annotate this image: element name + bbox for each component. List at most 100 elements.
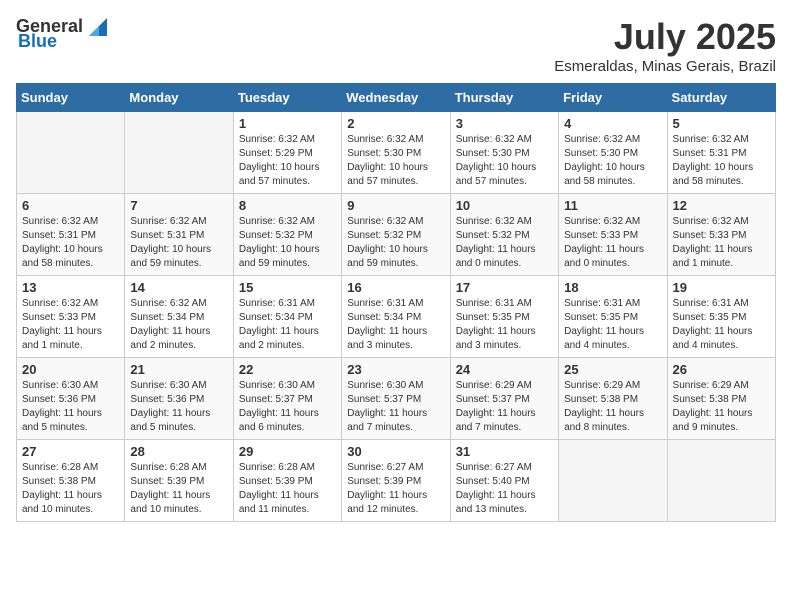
day-number: 5 — [673, 116, 770, 131]
day-info: Sunrise: 6:32 AM Sunset: 5:32 PM Dayligh… — [456, 215, 553, 271]
week-row-1: 1 Sunrise: 6:32 AM Sunset: 5:29 PM Daylig… — [17, 112, 776, 194]
day-cell: 6Sunrise: 6:32 AM Sunset: 5:31 PM Daylig… — [17, 194, 125, 276]
day-number: 18 — [564, 280, 661, 295]
day-info: Sunrise: 6:32 AM Sunset: 5:31 PM Dayligh… — [22, 215, 119, 271]
day-cell: 10Sunrise: 6:32 AM Sunset: 5:32 PM Dayli… — [450, 194, 558, 276]
day-number: 16 — [347, 280, 444, 295]
day-info: Sunrise: 6:27 AM Sunset: 5:39 PM Dayligh… — [347, 461, 444, 517]
day-info: Sunrise: 6:28 AM Sunset: 5:38 PM Dayligh… — [22, 461, 119, 517]
day-info: Sunrise: 6:27 AM Sunset: 5:40 PM Dayligh… — [456, 461, 553, 517]
day-info: Sunrise: 6:29 AM Sunset: 5:38 PM Dayligh… — [564, 379, 661, 435]
day-cell: 16 Sunrise: 6:31 AM Sunset: 5:34 PM Dayli… — [342, 276, 450, 358]
location-subtitle: Esmeraldas, Minas Gerais, Brazil — [554, 58, 776, 75]
calendar-header-row: SundayMondayTuesdayWednesdayThursdayFrid… — [17, 84, 776, 112]
day-cell — [17, 112, 125, 194]
day-number: 25 — [564, 362, 661, 377]
day-number: 12 — [673, 198, 770, 213]
day-info: Sunrise: 6:32 AM Sunset: 5:31 PM Dayligh… — [673, 133, 770, 189]
day-info: Sunrise: 6:31 AM Sunset: 5:34 PM Dayligh… — [239, 297, 336, 353]
day-cell: 28 Sunrise: 6:28 AM Sunset: 5:39 PM Dayli… — [125, 440, 233, 522]
header-saturday: Saturday — [667, 84, 775, 112]
day-cell: 17 Sunrise: 6:31 AM Sunset: 5:35 PM Dayli… — [450, 276, 558, 358]
day-info: Sunrise: 6:32 AM Sunset: 5:31 PM Dayligh… — [130, 215, 227, 271]
day-info: Sunrise: 6:28 AM Sunset: 5:39 PM Dayligh… — [130, 461, 227, 517]
day-number: 28 — [130, 444, 227, 459]
header-monday: Monday — [125, 84, 233, 112]
day-number: 4 — [564, 116, 661, 131]
day-cell: 23 Sunrise: 6:30 AM Sunset: 5:37 PM Dayli… — [342, 358, 450, 440]
day-info: Sunrise: 6:32 AM Sunset: 5:33 PM Dayligh… — [564, 215, 661, 271]
day-number: 31 — [456, 444, 553, 459]
day-cell: 13 Sunrise: 6:32 AM Sunset: 5:33 PM Dayli… — [17, 276, 125, 358]
day-cell: 31 Sunrise: 6:27 AM Sunset: 5:40 PM Dayli… — [450, 440, 558, 522]
day-info: Sunrise: 6:30 AM Sunset: 5:36 PM Dayligh… — [22, 379, 119, 435]
month-year-title: July 2025 — [554, 16, 776, 58]
day-info: Sunrise: 6:30 AM Sunset: 5:37 PM Dayligh… — [347, 379, 444, 435]
day-number: 19 — [673, 280, 770, 295]
header-friday: Friday — [559, 84, 667, 112]
day-info: Sunrise: 6:32 AM Sunset: 5:30 PM Dayligh… — [564, 133, 661, 189]
day-info: Sunrise: 6:32 AM Sunset: 5:30 PM Dayligh… — [456, 133, 553, 189]
day-cell: 8Sunrise: 6:32 AM Sunset: 5:32 PM Daylig… — [233, 194, 341, 276]
day-number: 27 — [22, 444, 119, 459]
logo-icon — [85, 18, 107, 36]
day-info: Sunrise: 6:28 AM Sunset: 5:39 PM Dayligh… — [239, 461, 336, 517]
logo-blue: Blue — [18, 31, 57, 52]
title-area: July 2025 Esmeraldas, Minas Gerais, Braz… — [554, 16, 776, 75]
day-cell: 7Sunrise: 6:32 AM Sunset: 5:31 PM Daylig… — [125, 194, 233, 276]
day-cell: 29 Sunrise: 6:28 AM Sunset: 5:39 PM Dayli… — [233, 440, 341, 522]
day-number: 26 — [673, 362, 770, 377]
day-info: Sunrise: 6:32 AM Sunset: 5:33 PM Dayligh… — [22, 297, 119, 353]
day-number: 23 — [347, 362, 444, 377]
day-cell: 2Sunrise: 6:32 AM Sunset: 5:30 PM Daylig… — [342, 112, 450, 194]
day-number: 2 — [347, 116, 444, 131]
day-number: 11 — [564, 198, 661, 213]
day-info: Sunrise: 6:31 AM Sunset: 5:35 PM Dayligh… — [456, 297, 553, 353]
day-cell: 3Sunrise: 6:32 AM Sunset: 5:30 PM Daylig… — [450, 112, 558, 194]
day-cell: 19 Sunrise: 6:31 AM Sunset: 5:35 PM Dayli… — [667, 276, 775, 358]
day-number: 8 — [239, 198, 336, 213]
day-number: 1 — [239, 116, 336, 131]
day-number: 13 — [22, 280, 119, 295]
week-row-4: 20 Sunrise: 6:30 AM Sunset: 5:36 PM Dayli… — [17, 358, 776, 440]
day-number: 15 — [239, 280, 336, 295]
logo: General Blue — [16, 16, 107, 52]
day-number: 29 — [239, 444, 336, 459]
day-cell: 11 Sunrise: 6:32 AM Sunset: 5:33 PM Dayli… — [559, 194, 667, 276]
day-info: Sunrise: 6:29 AM Sunset: 5:37 PM Dayligh… — [456, 379, 553, 435]
day-cell: 27 Sunrise: 6:28 AM Sunset: 5:38 PM Dayli… — [17, 440, 125, 522]
day-number: 30 — [347, 444, 444, 459]
day-cell: 30 Sunrise: 6:27 AM Sunset: 5:39 PM Dayli… — [342, 440, 450, 522]
day-number: 20 — [22, 362, 119, 377]
day-info: Sunrise: 6:32 AM Sunset: 5:34 PM Dayligh… — [130, 297, 227, 353]
day-cell: 12Sunrise: 6:32 AM Sunset: 5:33 PM Dayli… — [667, 194, 775, 276]
header-wednesday: Wednesday — [342, 84, 450, 112]
day-info: Sunrise: 6:32 AM Sunset: 5:29 PM Dayligh… — [239, 133, 336, 189]
day-info: Sunrise: 6:30 AM Sunset: 5:37 PM Dayligh… — [239, 379, 336, 435]
day-cell: 22 Sunrise: 6:30 AM Sunset: 5:37 PM Dayli… — [233, 358, 341, 440]
week-row-3: 13 Sunrise: 6:32 AM Sunset: 5:33 PM Dayli… — [17, 276, 776, 358]
week-row-2: 6Sunrise: 6:32 AM Sunset: 5:31 PM Daylig… — [17, 194, 776, 276]
day-number: 17 — [456, 280, 553, 295]
day-cell — [559, 440, 667, 522]
day-cell: 9 Sunrise: 6:32 AM Sunset: 5:32 PM Daylig… — [342, 194, 450, 276]
header-sunday: Sunday — [17, 84, 125, 112]
day-number: 21 — [130, 362, 227, 377]
week-row-5: 27 Sunrise: 6:28 AM Sunset: 5:38 PM Dayli… — [17, 440, 776, 522]
day-number: 9 — [347, 198, 444, 213]
day-cell: 15 Sunrise: 6:31 AM Sunset: 5:34 PM Dayli… — [233, 276, 341, 358]
header-tuesday: Tuesday — [233, 84, 341, 112]
day-info: Sunrise: 6:31 AM Sunset: 5:35 PM Dayligh… — [673, 297, 770, 353]
day-number: 22 — [239, 362, 336, 377]
day-number: 24 — [456, 362, 553, 377]
day-cell: 5 Sunrise: 6:32 AM Sunset: 5:31 PM Daylig… — [667, 112, 775, 194]
day-info: Sunrise: 6:32 AM Sunset: 5:32 PM Dayligh… — [347, 215, 444, 271]
page-header: General Blue July 2025 Esmeraldas, Minas… — [16, 16, 776, 75]
day-info: Sunrise: 6:29 AM Sunset: 5:38 PM Dayligh… — [673, 379, 770, 435]
day-info: Sunrise: 6:31 AM Sunset: 5:34 PM Dayligh… — [347, 297, 444, 353]
day-info: Sunrise: 6:30 AM Sunset: 5:36 PM Dayligh… — [130, 379, 227, 435]
day-cell: 20 Sunrise: 6:30 AM Sunset: 5:36 PM Dayli… — [17, 358, 125, 440]
day-info: Sunrise: 6:31 AM Sunset: 5:35 PM Dayligh… — [564, 297, 661, 353]
day-cell: 14Sunrise: 6:32 AM Sunset: 5:34 PM Dayli… — [125, 276, 233, 358]
day-cell: 24 Sunrise: 6:29 AM Sunset: 5:37 PM Dayli… — [450, 358, 558, 440]
